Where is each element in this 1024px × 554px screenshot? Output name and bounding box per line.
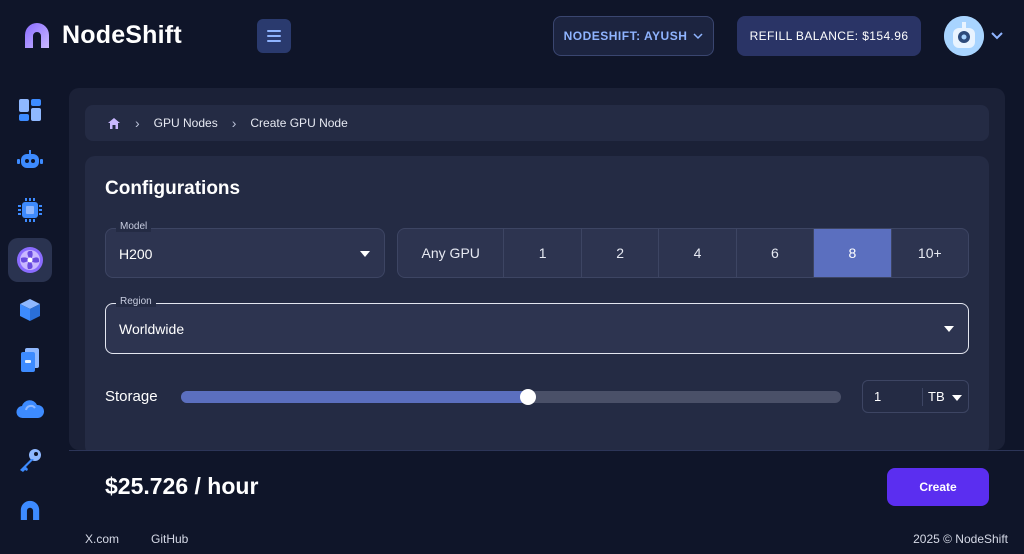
price-bar: $25.726 / hour Create: [69, 450, 1024, 522]
caret-down-icon: [944, 326, 954, 332]
gpu-count-option-4[interactable]: 4: [659, 229, 737, 277]
key-icon: [20, 449, 41, 472]
refill-label: REFILL BALANCE:: [749, 29, 859, 43]
cube-icon: [20, 299, 40, 321]
model-value: H200: [119, 246, 153, 262]
sidebar-item-agents[interactable]: [8, 138, 52, 182]
storage-slider-thumb[interactable]: [519, 389, 536, 405]
chevron-down-icon: [693, 33, 703, 40]
footer: X.com GitHub 2025 © NodeShift: [0, 524, 1024, 554]
avatar: [944, 16, 984, 56]
model-label: Model: [116, 221, 152, 232]
caret-down-icon: [952, 395, 962, 401]
brand-logo[interactable]: NodeShift: [20, 18, 182, 52]
create-button[interactable]: Create: [887, 468, 989, 506]
storage-label: Storage: [105, 388, 158, 405]
home-icon[interactable]: [107, 117, 121, 130]
region-select[interactable]: Region Worldwide: [105, 296, 969, 354]
storage-size-input[interactable]: 1 TB: [862, 380, 969, 413]
org-selector-button[interactable]: NODESHIFT: AYUSH: [553, 16, 714, 56]
refill-balance-button[interactable]: REFILL BALANCE: $154.96: [737, 16, 921, 56]
user-menu[interactable]: [944, 16, 1004, 56]
storage-icon: [21, 348, 39, 372]
sidebar-item-containers[interactable]: [8, 288, 52, 332]
model-select[interactable]: Model H200: [105, 221, 385, 278]
chevron-right-icon: ›: [135, 115, 140, 131]
caret-down-icon: [360, 251, 370, 257]
footer-link-x[interactable]: X.com: [85, 532, 119, 546]
gpu-count-option-10-plus[interactable]: 10+: [892, 229, 968, 277]
sidebar-item-compute[interactable]: [8, 188, 52, 232]
gpu-count-toggle-group: Any GPU 1 2 4 6 8 10+: [397, 228, 969, 278]
chevron-right-icon: ›: [231, 115, 237, 131]
brand-name: NodeShift: [62, 20, 182, 49]
org-label: NODESHIFT: AYUSH: [563, 29, 688, 43]
nodeshift-mark-icon: [20, 500, 40, 520]
copyright: 2025 © NodeShift: [913, 532, 1008, 546]
balance-amount: $154.96: [862, 29, 909, 43]
dashboard-icon: [19, 99, 41, 121]
chevron-down-icon: [991, 32, 1003, 40]
sidebar-item-cloud[interactable]: [8, 388, 52, 432]
chip-icon: [18, 198, 42, 222]
gpu-count-option-8[interactable]: 8: [814, 229, 892, 277]
region-label: Region: [116, 296, 156, 307]
configurations-card: Configurations Model H200 Any GPU 1 2 4 …: [85, 156, 989, 450]
storage-slider[interactable]: [181, 389, 841, 405]
sidebar-item-dashboard[interactable]: [8, 88, 52, 132]
sidebar-item-ssh-keys[interactable]: [8, 438, 52, 482]
region-value: Worldwide: [119, 321, 185, 337]
gpu-fan-icon: [17, 247, 43, 273]
hourly-price: $25.726 / hour: [105, 473, 259, 499]
footer-link-github[interactable]: GitHub: [151, 532, 188, 546]
storage-value[interactable]: 1: [874, 389, 881, 404]
robot-avatar-icon: [944, 16, 984, 56]
nodeshift-logo-icon: [25, 23, 49, 48]
robot-icon: [17, 150, 43, 168]
main-panel: › GPU Nodes › Create GPU Node Configurat…: [69, 88, 1005, 450]
sidebar-item-storage[interactable]: [8, 338, 52, 382]
breadcrumb-gpu-nodes[interactable]: GPU Nodes: [154, 116, 218, 130]
gpu-count-option-6[interactable]: 6: [737, 229, 815, 277]
storage-slider-fill: [181, 391, 528, 403]
menu-toggle-button[interactable]: [257, 19, 291, 53]
cloud-icon: [16, 400, 44, 419]
breadcrumb-create-gpu-node: Create GPU Node: [250, 116, 348, 130]
sidebar-item-gpu-nodes[interactable]: [8, 238, 52, 282]
hamburger-icon: [267, 30, 281, 42]
gpu-count-option-any[interactable]: Any GPU: [398, 229, 505, 277]
unit-divider: [922, 388, 923, 406]
breadcrumb: › GPU Nodes › Create GPU Node: [85, 105, 989, 141]
gpu-count-option-2[interactable]: 2: [582, 229, 660, 277]
storage-unit-select[interactable]: TB: [928, 389, 945, 404]
gpu-count-option-1[interactable]: 1: [504, 229, 582, 277]
top-bar: NodeShift NODESHIFT: AYUSH REFILL BALANC…: [0, 0, 1024, 74]
section-title: Configurations: [105, 178, 241, 199]
